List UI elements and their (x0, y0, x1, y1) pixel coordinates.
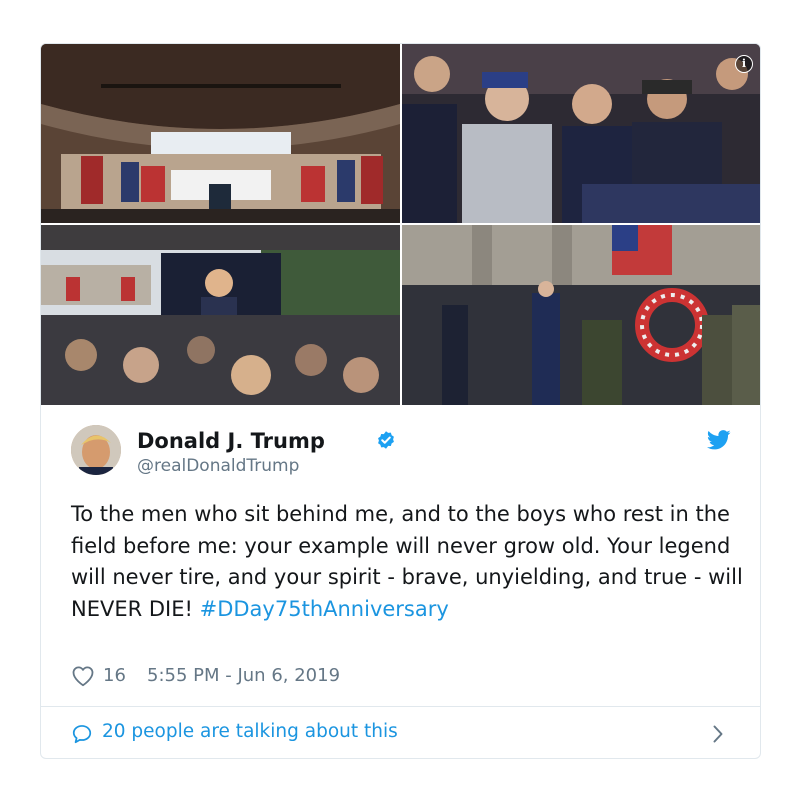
tweet-author[interactable]: Donald J. Trump @realDonaldTrump (71, 425, 731, 477)
heart-icon[interactable] (71, 665, 95, 687)
tweet-card[interactable]: i Donald J. Trump @realDonaldTrump To th… (40, 43, 761, 759)
author-name[interactable]: Donald J. Trump (137, 429, 325, 453)
chevron-right-icon[interactable] (712, 724, 724, 744)
speech-bubble-icon (72, 725, 92, 744)
tweet-timestamp[interactable]: 5:55 PM - Jun 6, 2019 (147, 665, 340, 686)
info-icon[interactable]: i (735, 55, 753, 73)
tweet-meta: 16 5:55 PM - Jun 6, 2019 (71, 664, 471, 690)
author-handle[interactable]: @realDonaldTrump (137, 456, 299, 476)
photo-crowd-screen[interactable] (41, 225, 400, 405)
photo-veterans[interactable]: i (402, 44, 760, 223)
verified-badge-icon (378, 431, 394, 449)
photo-amphitheater[interactable] (41, 44, 400, 223)
tweet-text: To the men who sit behind me, and to the… (71, 499, 751, 625)
conversation-link[interactable]: 20 people are talking about this (41, 706, 760, 758)
twitter-bird-icon[interactable] (707, 429, 731, 451)
talking-count-link[interactable]: 20 people are talking about this (102, 721, 398, 742)
avatar[interactable] (71, 425, 121, 475)
photo-wreath-ceremony[interactable] (402, 225, 760, 405)
photo-grid: i (41, 44, 760, 405)
hashtag-link[interactable]: #DDay75thAnniversary (200, 597, 449, 621)
like-count[interactable]: 16 (103, 665, 126, 686)
